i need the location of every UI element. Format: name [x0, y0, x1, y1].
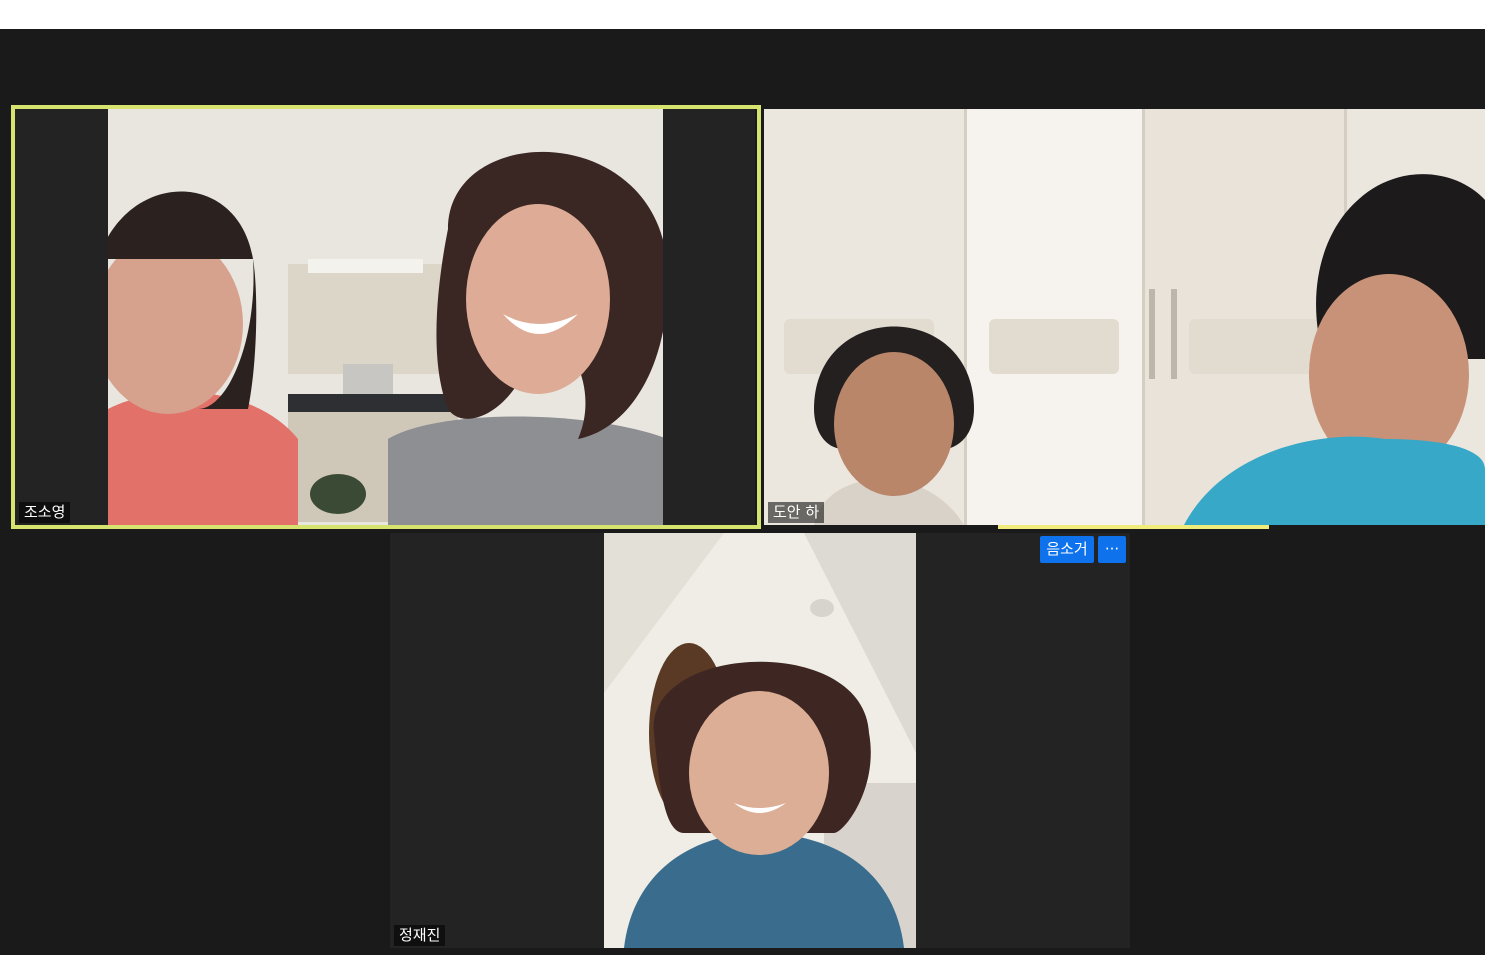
- video-frame-image: [108, 109, 663, 525]
- gallery-view: 조소영 도안 하 정재진 음소거 ···: [0, 29, 1485, 955]
- participant-name-label: 정재진: [394, 925, 446, 946]
- participant-tile-2[interactable]: 도안 하: [764, 109, 1485, 525]
- participant-name-label: 조소영: [19, 502, 71, 523]
- video-frame-image: [604, 533, 916, 948]
- participant-tile-3[interactable]: 정재진: [390, 533, 1130, 948]
- more-options-button[interactable]: ···: [1098, 536, 1126, 563]
- participant-name-label: 도안 하: [768, 502, 825, 523]
- participant-tile-1[interactable]: 조소영: [15, 109, 755, 525]
- video-frame-image: [764, 109, 1485, 525]
- participant-video-2: [764, 109, 1485, 525]
- window-top-bar: [0, 0, 1485, 29]
- tile-drop-indicator: [998, 525, 1269, 529]
- mute-button[interactable]: 음소거: [1040, 536, 1094, 563]
- participant-video-1: [108, 109, 663, 525]
- participant-video-3: [604, 533, 916, 948]
